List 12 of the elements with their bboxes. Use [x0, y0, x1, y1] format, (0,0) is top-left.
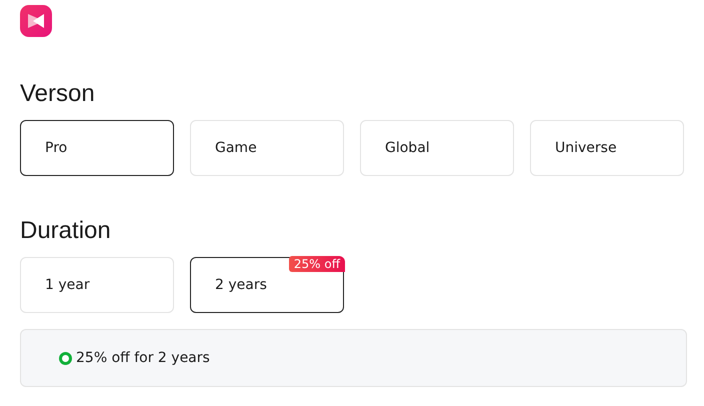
- discount-badge: 25% off: [288, 256, 345, 272]
- app-logo-icon: [20, 5, 52, 37]
- section-title: Verson: [20, 79, 96, 109]
- option-card[interactable]: 1 year: [20, 257, 174, 313]
- option-card[interactable]: Global: [360, 120, 514, 176]
- option-card[interactable]: 2 years 25% off: [190, 257, 344, 313]
- option-card[interactable]: Game: [190, 120, 344, 176]
- section-title: Duration: [20, 216, 112, 246]
- status-ring-icon: [59, 352, 72, 364]
- summary-text: 25% off for 2 years: [76, 350, 210, 366]
- option-card[interactable]: Pro: [20, 120, 174, 176]
- option-card[interactable]: Universe: [530, 120, 684, 176]
